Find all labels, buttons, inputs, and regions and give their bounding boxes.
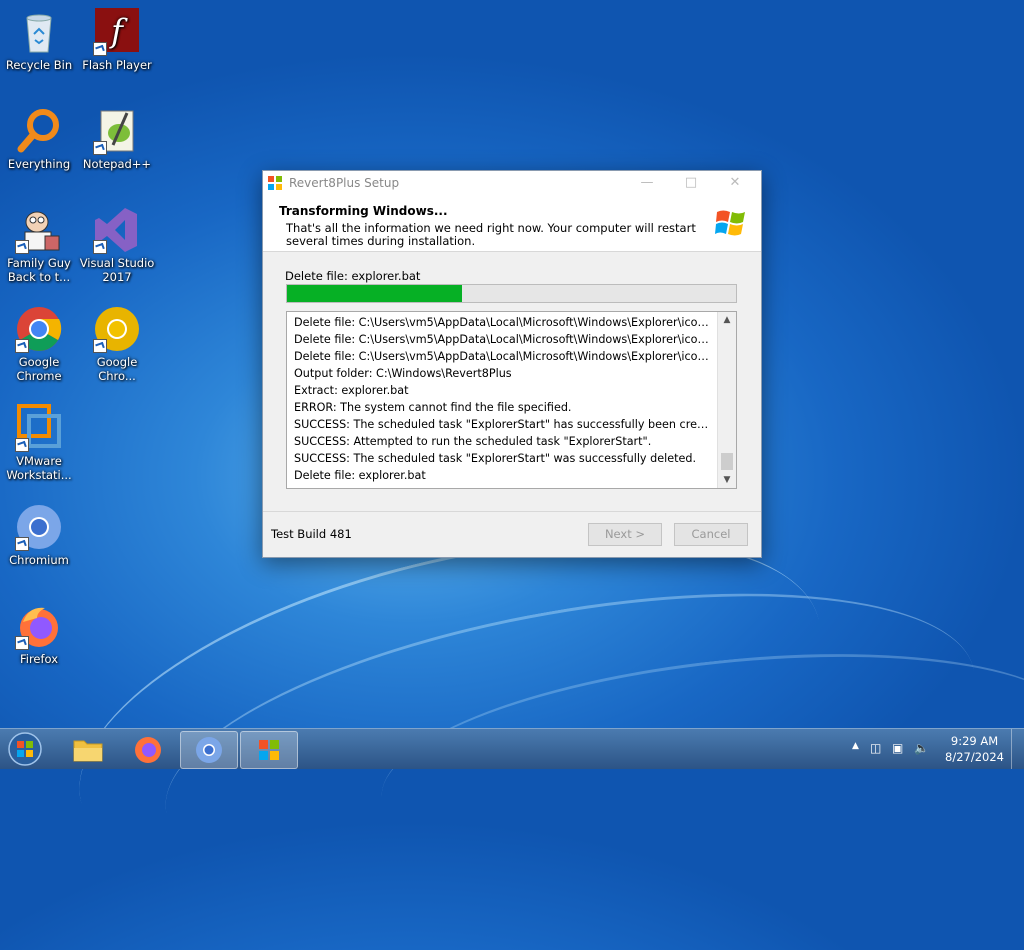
- scroll-down-icon[interactable]: ▼: [718, 472, 736, 488]
- log-line: Output folder: C:\Windows\Revert8Plus: [294, 367, 512, 380]
- shortcut-arrow-icon: [93, 42, 107, 56]
- log-line: Extract: explorer.bat: [294, 384, 409, 397]
- shortcut-arrow-icon: [93, 339, 107, 353]
- clock-date: 8/27/2024: [945, 750, 1004, 764]
- log-lines: Delete file: C:\Users\vm5\AppData\Local\…: [294, 314, 714, 484]
- scroll-thumb[interactable]: [721, 453, 733, 470]
- visual-studio-icon: [93, 206, 141, 254]
- progress-fill: [287, 285, 463, 302]
- taskbar-firefox[interactable]: [120, 731, 176, 767]
- desktop-icon-google-chrome[interactable]: Google Chrome: [0, 305, 78, 383]
- chrome-beta-icon: [93, 305, 141, 353]
- close-button[interactable]: ✕: [725, 175, 745, 191]
- minimize-button[interactable]: —: [637, 175, 657, 191]
- maximize-button[interactable]: □: [681, 175, 701, 191]
- desktop-icon-visual-studio[interactable]: Visual Studio 2017: [78, 206, 156, 284]
- flash-player-icon: f: [93, 8, 141, 56]
- desktop-icon-label: Flash Player: [82, 58, 152, 72]
- log-line: SUCCESS: The scheduled task "ExplorerSta…: [294, 418, 714, 431]
- windows-flag-icon: [267, 175, 283, 191]
- desktop-icon-label: VMware Workstati...: [6, 454, 72, 482]
- log-line: Delete file: C:\Users\vm5\AppData\Local\…: [294, 316, 714, 329]
- setup-dialog: Revert8Plus Setup — □ ✕ Transforming Win…: [262, 170, 762, 558]
- desktop-icon-google-chrome-2[interactable]: Google Chro...: [78, 305, 156, 383]
- log-line: SUCCESS: The scheduled task "ExplorerSta…: [294, 452, 697, 465]
- taskbar-chromium[interactable]: [180, 731, 238, 769]
- taskbar: ▲ ◫ ▣ 🔈 9:29 AM 8/27/2024: [0, 728, 1024, 769]
- desktop-icon-vmware[interactable]: VMware Workstati...: [0, 404, 78, 482]
- shortcut-arrow-icon: [15, 537, 29, 551]
- desktop-icon-label: Recycle Bin: [5, 58, 73, 72]
- desktop-icon-notepadpp[interactable]: Notepad++: [78, 107, 156, 171]
- log-line: ERROR: The system cannot find the file s…: [294, 401, 572, 414]
- dialog-header: Transforming Windows... That's all the i…: [263, 195, 761, 252]
- log-line: Delete file: C:\Users\vm5\AppData\Local\…: [294, 350, 714, 363]
- shortcut-arrow-icon: [15, 438, 29, 452]
- start-button[interactable]: [4, 730, 46, 768]
- folder-icon: [73, 740, 103, 762]
- shortcut-arrow-icon: [15, 636, 29, 650]
- network-icon[interactable]: ◫: [870, 741, 881, 755]
- recycle-bin-icon: [15, 8, 63, 56]
- shortcut-arrow-icon: [15, 240, 29, 254]
- desktop-icon-label: Everything: [7, 157, 71, 171]
- system-tray: ▲ ◫ ▣ 🔈 9:29 AM 8/27/2024: [848, 729, 1024, 769]
- desktop-icon-chromium[interactable]: Chromium: [0, 503, 78, 567]
- show-desktop-button[interactable]: [1011, 729, 1024, 769]
- divider: [263, 511, 761, 512]
- log-scrollbar[interactable]: ▲ ▼: [717, 312, 736, 488]
- desktop-icon-firefox[interactable]: Firefox: [0, 602, 78, 666]
- desktop-icon-flash-player[interactable]: f Flash Player: [78, 8, 156, 72]
- desktop-icon-label: Family Guy Back to t...: [7, 256, 71, 284]
- page-heading: Transforming Windows...: [279, 204, 448, 218]
- desktop-icon-label: Google Chro...: [96, 355, 138, 383]
- taskbar-file-explorer[interactable]: [60, 731, 116, 767]
- title-bar[interactable]: Revert8Plus Setup — □ ✕: [263, 171, 761, 195]
- action-center-icon[interactable]: ▣: [892, 741, 903, 755]
- progress-bar: [286, 284, 737, 303]
- taskbar-revert8plus-setup[interactable]: [240, 731, 298, 769]
- page-subheading: That's all the information we need right…: [286, 221, 696, 248]
- volume-muted-icon[interactable]: 🔈: [914, 741, 929, 755]
- windows-flag-icon: [259, 740, 279, 760]
- desktop-icon-recycle-bin[interactable]: Recycle Bin: [0, 8, 78, 72]
- shortcut-arrow-icon: [15, 339, 29, 353]
- chromium-icon: [15, 503, 63, 551]
- windows-logo-icon: [715, 208, 747, 238]
- desktop-icon-label: Notepad++: [82, 157, 152, 171]
- desktop-icon-label: Google Chrome: [16, 355, 62, 383]
- desktop-icon-label: Chromium: [9, 553, 69, 567]
- family-guy-icon: [15, 206, 63, 254]
- vmware-icon: [15, 404, 63, 452]
- log-line: SUCCESS: Attempted to run the scheduled …: [294, 435, 652, 448]
- log-line: Delete file: C:\Users\vm5\AppData\Local\…: [294, 333, 714, 346]
- build-label: Test Build 481: [271, 527, 352, 541]
- firefox-icon: [135, 737, 161, 763]
- cancel-button[interactable]: Cancel: [674, 523, 748, 546]
- status-text: Delete file: explorer.bat: [285, 269, 421, 283]
- firefox-icon: [15, 602, 63, 650]
- details-log[interactable]: Delete file: C:\Users\vm5\AppData\Local\…: [286, 311, 737, 489]
- window-title: Revert8Plus Setup: [289, 176, 400, 190]
- clock[interactable]: 9:29 AM 8/27/2024: [945, 733, 1004, 765]
- magnifier-icon: [15, 107, 63, 155]
- desktop-icon-label: Visual Studio 2017: [79, 256, 155, 284]
- shortcut-arrow-icon: [93, 240, 107, 254]
- notepadpp-icon: [93, 107, 141, 155]
- chromium-icon: [196, 737, 222, 763]
- clock-time: 9:29 AM: [950, 734, 999, 748]
- show-hidden-icons-icon[interactable]: ▲: [852, 741, 859, 751]
- next-button[interactable]: Next >: [588, 523, 662, 546]
- shortcut-arrow-icon: [93, 141, 107, 155]
- chrome-icon: [15, 305, 63, 353]
- log-line: Delete file: explorer.bat: [294, 469, 426, 482]
- scroll-up-icon[interactable]: ▲: [718, 312, 736, 328]
- desktop-icon-label: Firefox: [19, 652, 59, 666]
- desktop-icon-everything[interactable]: Everything: [0, 107, 78, 171]
- desktop-icon-family-guy[interactable]: Family Guy Back to t...: [0, 206, 78, 284]
